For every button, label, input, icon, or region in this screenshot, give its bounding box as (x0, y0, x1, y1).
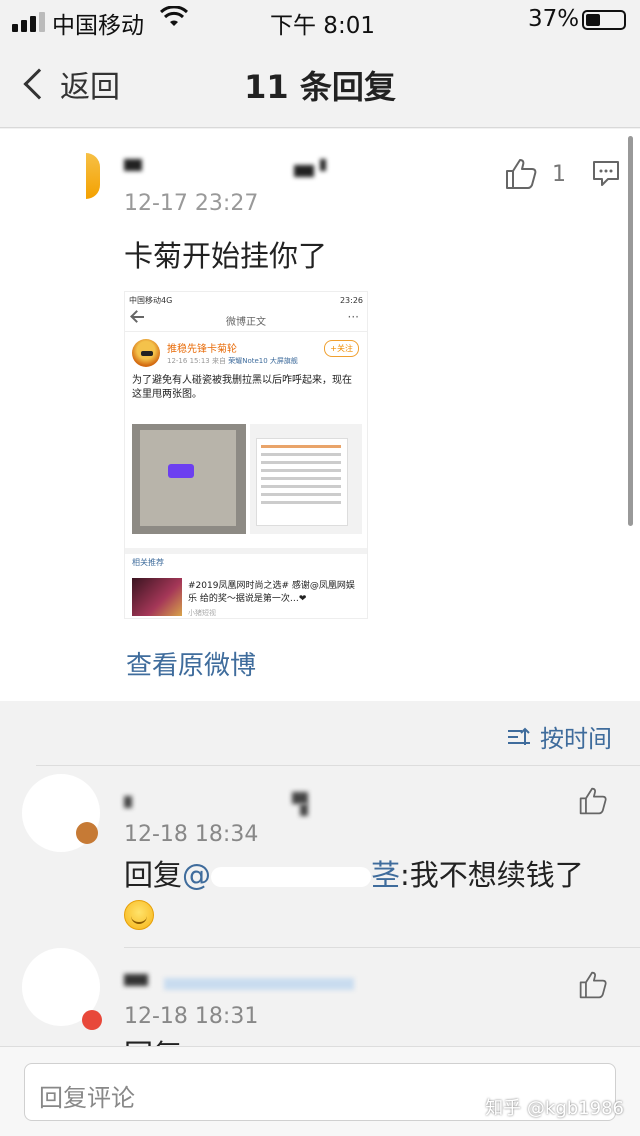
reply-item[interactable]: 12-18 18:31 回复 (0, 948, 640, 1046)
wifi-icon (159, 5, 189, 34)
username-redacted (124, 790, 364, 816)
embed-author: 推稳先锋卡菊轮 12-16 15:13 来自 荣耀Note10 大屏旗舰 +关注 (125, 332, 367, 374)
embed-status-right: 23:26 (339, 295, 363, 305)
embed-body: 为了避免有人碰瓷被我删拉黑以后咋呼起来，现在这里甩两张图。 (132, 375, 352, 400)
comment-time: 12-17 23:27 (124, 191, 259, 216)
carrier-name: 中国移动 (52, 13, 144, 39)
verified-badge-icon (82, 1010, 102, 1030)
embedded-screenshot[interactable]: 中国移动4G 23:26 微博正文 ··· 推稳先锋卡菊轮 12-16 15:1… (124, 291, 368, 619)
avatar[interactable] (86, 153, 100, 199)
comment-icon[interactable] (592, 159, 620, 191)
watermark: 知乎 @kgb1986 (485, 1098, 624, 1119)
embed-related-thumbnail (132, 578, 182, 616)
like-button[interactable]: 1 (504, 157, 566, 191)
embed-related-label: 相关推荐 (125, 548, 367, 578)
reply-input-bar: 回复评论 (0, 1046, 640, 1136)
embed-nav-title: 微博正文 (226, 317, 266, 328)
main-comment: 12-17 23:27 1 卡菊开始挂你了 中国移动4G 23:26 微博正文 … (0, 129, 640, 701)
mention-link[interactable]: @ 茎 (182, 858, 400, 892)
embed-nav: 微博正文 ··· (125, 308, 367, 332)
sort-bar: 按时间 (0, 701, 640, 765)
reply-time: 12-18 18:34 (124, 822, 259, 847)
clock: 下午 8:01 (270, 13, 375, 39)
embed-related-text: #2019凤凰网时尚之选# 感谢@凤凰网娱乐 给的奖～据说是第一次…❤ (188, 581, 355, 604)
signal-icon (12, 12, 45, 32)
embed-avatar (132, 339, 160, 367)
username-redacted (124, 159, 326, 177)
reply-text: 回复 (124, 1036, 182, 1046)
embed-images (132, 424, 362, 534)
embed-status-bar: 中国移动4G 23:26 (125, 292, 367, 308)
reply-text: 回复@ 茎:我不想续钱了 (124, 858, 584, 892)
embed-meta: 12-16 15:13 来自 荣耀Note10 大屏旗舰 (167, 357, 298, 365)
embed-related-meta: 小猪短视 (188, 609, 216, 617)
sort-by-time-button[interactable]: 按时间 (508, 719, 612, 754)
battery-percent: 37% (528, 6, 580, 32)
embed-status-left: 中国移动4G (129, 295, 173, 305)
more-icon: ··· (347, 310, 359, 324)
like-button[interactable] (578, 786, 608, 820)
username-redacted (124, 970, 364, 990)
view-original-link[interactable]: 查看原微博 (126, 645, 256, 682)
page-title: 11 条回复 (244, 68, 396, 106)
like-button[interactable] (578, 970, 608, 1004)
comment-text: 卡菊开始挂你了 (124, 239, 328, 273)
embed-image-1 (132, 424, 246, 534)
thumbs-up-icon (506, 159, 537, 189)
avatar-edge (76, 822, 98, 844)
nav-bar: 返回 11 条回复 (0, 40, 640, 128)
thumbs-up-icon (579, 971, 607, 999)
embed-follow-button: +关注 (324, 340, 359, 357)
embed-image-2 (250, 424, 362, 534)
reply-time: 12-18 18:31 (124, 1004, 259, 1029)
thumbs-up-icon (579, 787, 607, 815)
embed-username: 推稳先锋卡菊轮 (167, 344, 237, 355)
sort-label: 按时间 (540, 725, 612, 753)
like-count: 1 (552, 161, 566, 187)
sort-icon (508, 727, 530, 747)
scrollbar[interactable] (628, 136, 633, 526)
battery-icon (582, 10, 626, 30)
embed-related-item: #2019凤凰网时尚之选# 感谢@凤凰网娱乐 给的奖～据说是第一次…❤ 小猪短视 (132, 576, 362, 618)
status-bar: 中国移动 下午 8:01 37% (0, 0, 640, 40)
smile-emoji-icon (124, 900, 154, 930)
reply-item[interactable]: 12-18 18:34 回复@ 茎:我不想续钱了 (0, 766, 640, 948)
